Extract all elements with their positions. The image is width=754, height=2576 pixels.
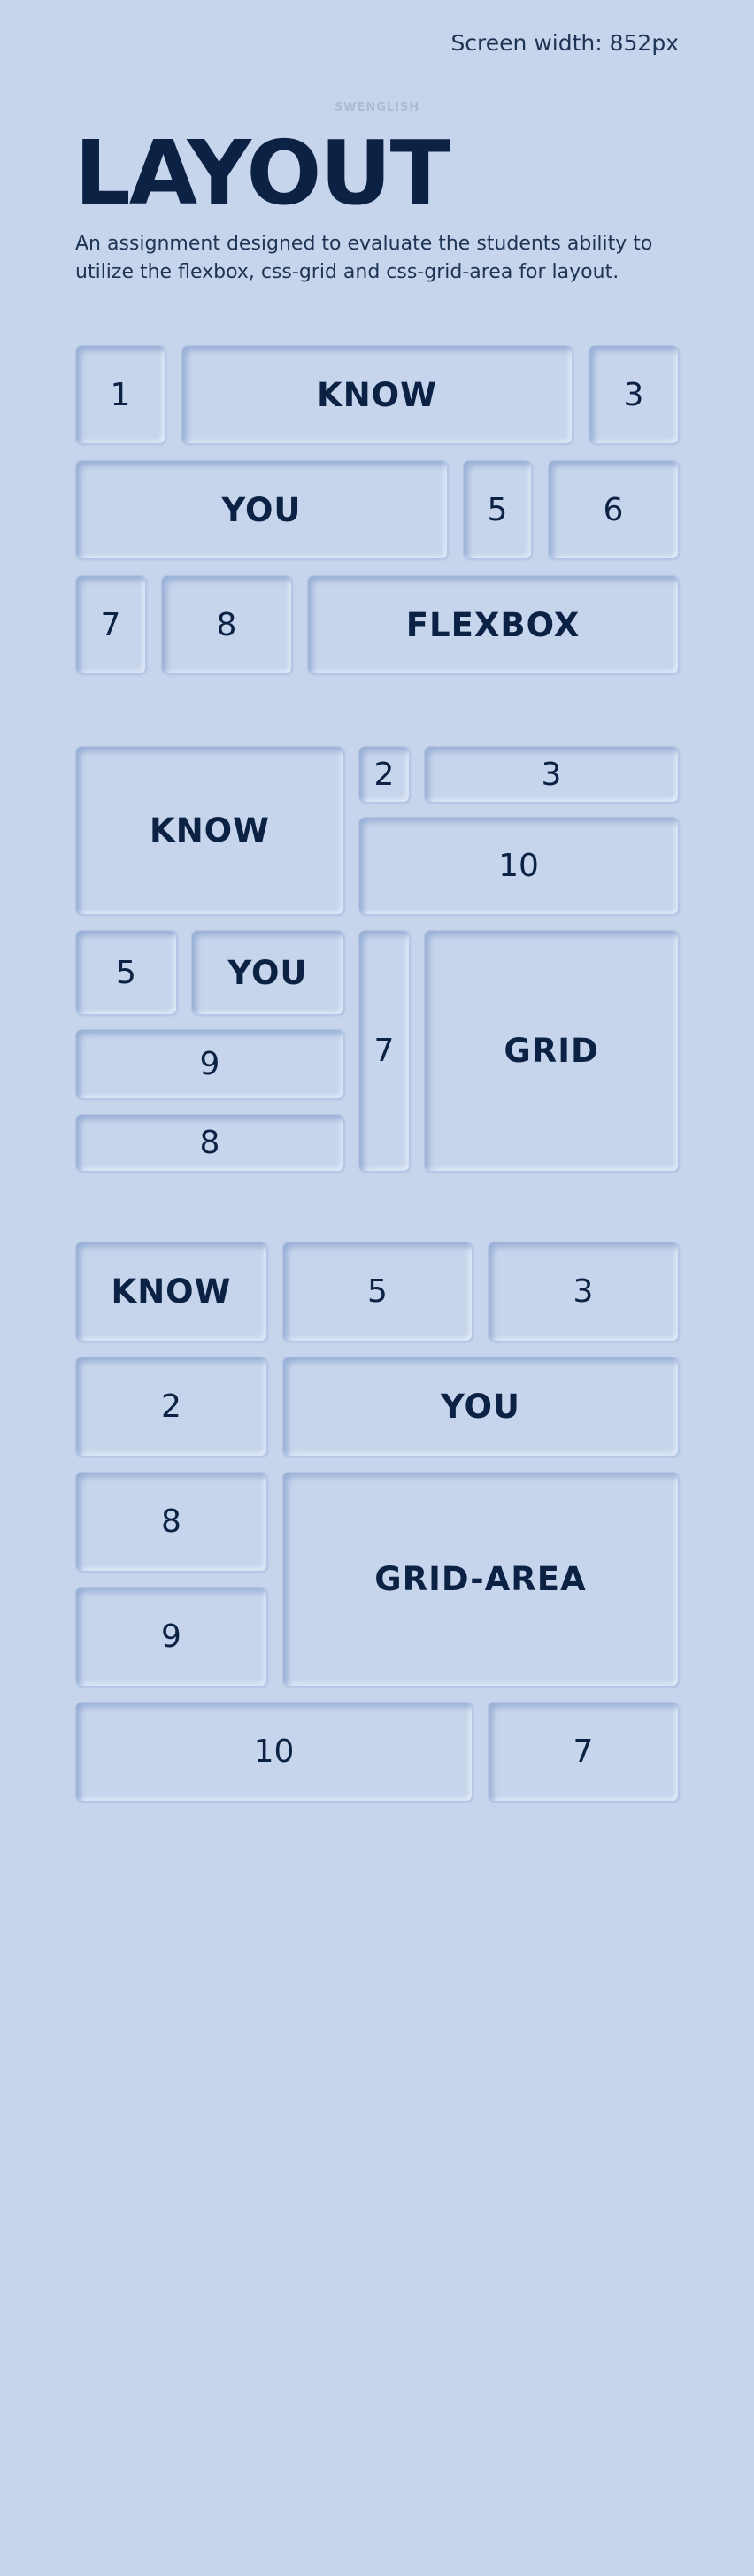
flexbox-box-8: 8 (161, 575, 292, 674)
grid-area-box-7: 7 (488, 1702, 679, 1802)
flexbox-box-label: FLEXBOX (307, 575, 679, 674)
grid-area-box-you: YOU (282, 1357, 679, 1457)
grid-area-box-label: GRID-AREA (282, 1472, 679, 1687)
flexbox-box-5: 5 (463, 460, 532, 559)
screen-width-indicator: Screen width: 852px (450, 30, 679, 56)
grid-box-5: 5 (75, 930, 177, 1015)
grid-box-10: 10 (358, 817, 679, 915)
flexbox-box-1: 1 (75, 345, 165, 444)
brand-watermark: SWENGLISH (334, 101, 420, 114)
page-description: An assignment designed to evaluate the s… (75, 233, 653, 283)
grid-area-box-know: KNOW (75, 1242, 267, 1342)
grid-box-8: 8 (75, 1114, 344, 1172)
grid-area-box-10: 10 (75, 1702, 473, 1802)
grid-box-2: 2 (358, 746, 410, 803)
grid-box-you: YOU (191, 930, 344, 1015)
flexbox-box-6: 6 (548, 460, 679, 559)
grid-area-box-2: 2 (75, 1357, 267, 1457)
flexbox-box-3: 3 (589, 345, 679, 444)
grid-area-box-5: 5 (282, 1242, 473, 1342)
grid-box-label: GRID (424, 930, 679, 1172)
flexbox-box-know: KNOW (181, 345, 573, 444)
flexbox-box-you: YOU (75, 460, 448, 559)
grid-box-know: KNOW (75, 746, 344, 915)
grid-box-7: 7 (358, 930, 410, 1172)
grid-box-9: 9 (75, 1029, 344, 1099)
grid-box-3: 3 (424, 746, 679, 803)
flexbox-box-7: 7 (75, 575, 146, 674)
grid-area-box-8: 8 (75, 1472, 267, 1572)
page-title: LAYOUT (74, 121, 450, 225)
grid-area-box-9: 9 (75, 1587, 267, 1687)
grid-area-box-3: 3 (488, 1242, 679, 1342)
